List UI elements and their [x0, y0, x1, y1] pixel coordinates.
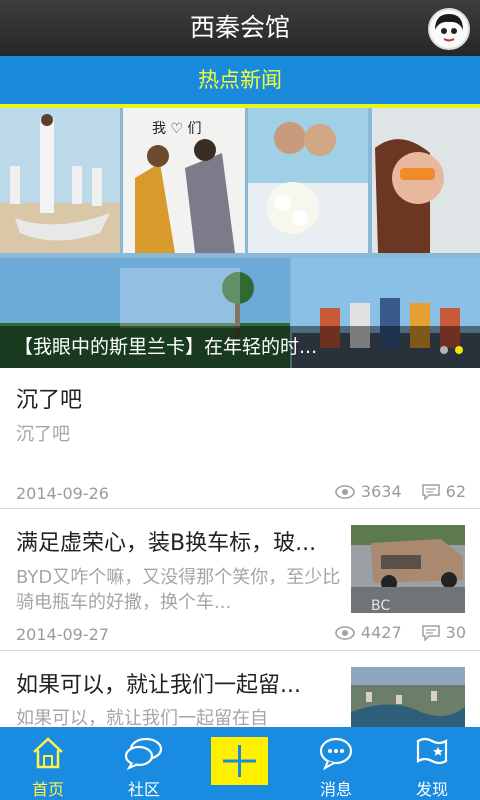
- tab-home[interactable]: 首页: [0, 727, 96, 800]
- banner-indicator-dot: [440, 346, 448, 354]
- article-title: 满足虚荣心，装B换车标，玻...: [16, 531, 317, 556]
- article-thumbnail: [351, 667, 465, 727]
- tab-discover[interactable]: 发现: [384, 727, 480, 800]
- tab-community[interactable]: 社区: [96, 727, 192, 800]
- message-icon: [319, 737, 353, 770]
- avatar[interactable]: [428, 8, 470, 50]
- banner-indicator-dot-active: [455, 346, 463, 354]
- discover-flag-icon: [416, 737, 448, 765]
- bottom-tab-bar: 首页 社区 消息 发现: [0, 727, 480, 800]
- chat-bubbles-icon: [124, 737, 163, 770]
- tab-label: 社区: [127, 780, 160, 799]
- article-item[interactable]: 如果可以，就让我们一起留... 如果可以，就让我们一起留在自: [0, 651, 480, 727]
- app-title: 西秦会馆: [189, 13, 290, 42]
- article-date: 2014-09-26: [16, 484, 109, 503]
- news-banner[interactable]: 我 ♡ 们 【我眼中的斯里兰卡】在年轻的时...: [0, 108, 480, 368]
- title-bar: 西秦会馆: [0, 0, 480, 56]
- article-summary: BYD又咋个嘛，又没得那个笑你，至少比骑电瓶车的好撒，换个车...: [16, 567, 341, 613]
- article-summary: 如果可以，就让我们一起留在自: [16, 708, 268, 727]
- view-count-icon: [335, 625, 355, 640]
- article-thumbnail: BC: [351, 525, 465, 613]
- banner-caption: 【我眼中的斯里兰卡】在年轻的时...: [0, 326, 480, 368]
- article-date: 2014-09-27: [16, 625, 109, 644]
- comment-count-icon: [421, 624, 440, 641]
- article-title: 如果可以，就让我们一起留...: [16, 673, 301, 698]
- article-item[interactable]: 满足虚荣心，装B换车标，玻... BYD又咋个嘛，又没得那个笑你，至少比骑电瓶车…: [0, 509, 480, 651]
- svg-text:BC: BC: [371, 598, 390, 613]
- comment-count-icon: [421, 483, 440, 500]
- plus-icon: [223, 745, 256, 777]
- tab-label: 首页: [31, 780, 64, 799]
- article-stats: 3634 62: [335, 482, 466, 501]
- tab-label: 发现: [415, 780, 448, 799]
- svg-text:我 ♡ 们: 我 ♡ 们: [152, 121, 201, 137]
- tab-messages[interactable]: 消息: [288, 727, 384, 800]
- section-title: 热点新闻: [198, 68, 282, 92]
- article-summary: 沉了吧: [16, 424, 70, 445]
- avatar-face-icon: [430, 10, 468, 48]
- view-count: 4427: [360, 623, 402, 642]
- article-title: 沉了吧: [16, 388, 83, 413]
- tab-label: 消息: [319, 780, 352, 799]
- home-icon: [33, 737, 63, 769]
- section-header: 热点新闻: [0, 56, 480, 108]
- comment-count: 62: [445, 482, 466, 501]
- article-item[interactable]: 沉了吧 沉了吧 2014-09-26 3634 62: [0, 368, 480, 509]
- comment-count: 30: [445, 623, 466, 642]
- view-count-icon: [335, 484, 355, 499]
- view-count: 3634: [360, 482, 402, 501]
- article-stats: 4427 30: [335, 623, 466, 642]
- add-post-button[interactable]: [211, 737, 268, 785]
